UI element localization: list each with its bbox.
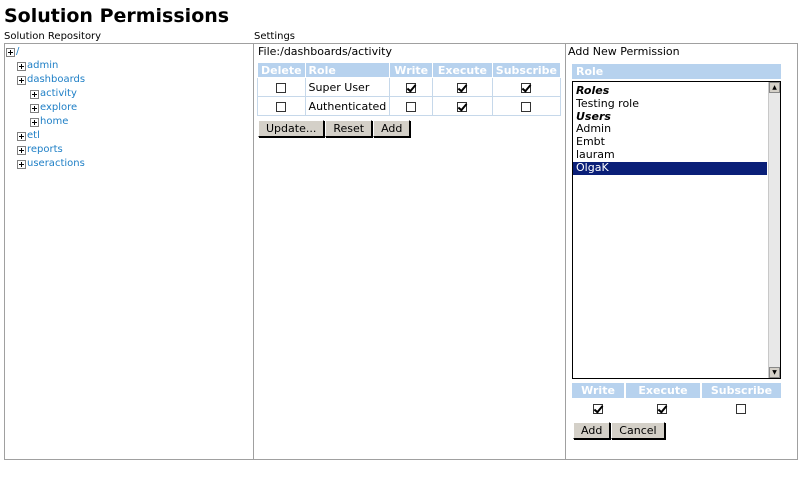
- tree-node-etl[interactable]: etl: [6, 129, 85, 143]
- execute-checkbox[interactable]: [457, 101, 468, 112]
- tree-node-label[interactable]: activity: [40, 87, 77, 101]
- expand-icon[interactable]: [17, 145, 26, 155]
- add-permission-label: Add New Permission: [568, 45, 680, 58]
- delete-checkbox[interactable]: [276, 82, 287, 93]
- expand-icon[interactable]: [17, 159, 26, 169]
- scroll-down-icon[interactable]: ▼: [769, 367, 780, 378]
- tree-node-dashboards[interactable]: dashboards: [6, 73, 85, 87]
- column-header: Delete: [257, 62, 306, 78]
- delete-checkbox[interactable]: [276, 101, 287, 112]
- tree-node-reports[interactable]: reports: [6, 143, 85, 157]
- subscribe-cell: [491, 77, 562, 97]
- role-list-scrollbar[interactable]: ▲ ▼: [768, 82, 780, 378]
- column-header: Role: [304, 62, 391, 78]
- pane-divider-left: [253, 43, 254, 460]
- add-permission-button[interactable]: Add: [573, 422, 611, 439]
- subscribe-check-cell: [700, 399, 781, 418]
- tree-node-root[interactable]: /: [6, 45, 85, 59]
- column-header: Execute: [432, 62, 493, 78]
- write-checkbox[interactable]: [406, 101, 417, 112]
- repository-pane-label: Solution Repository: [4, 31, 102, 42]
- scroll-up-icon[interactable]: ▲: [769, 82, 780, 93]
- column-header: Subscribe: [491, 62, 562, 78]
- new-subscribe-checkbox[interactable]: [735, 404, 746, 414]
- expand-icon[interactable]: [17, 131, 26, 141]
- tree-node-label[interactable]: explore: [40, 101, 77, 115]
- list-item[interactable]: lauram: [573, 148, 780, 162]
- add-permission-button-bar: Add Cancel: [573, 419, 666, 439]
- execute-checkbox[interactable]: [457, 82, 468, 93]
- subscribe-checkbox[interactable]: [521, 82, 532, 93]
- column-header: Execute: [626, 383, 700, 398]
- write-check-cell: [572, 399, 624, 418]
- tree-node-label[interactable]: reports: [27, 143, 63, 157]
- execute-check-cell: [624, 399, 700, 418]
- subscribe-cell: [491, 96, 562, 116]
- tree-node-label[interactable]: home: [40, 115, 68, 129]
- tree-node-useractions[interactable]: useractions: [6, 157, 85, 171]
- write-cell: [389, 96, 434, 116]
- expand-icon[interactable]: [30, 103, 39, 113]
- table-header-row: Delete Role Write Execute Subscribe: [257, 62, 562, 78]
- tree-node-label[interactable]: etl: [27, 129, 40, 143]
- settings-button-bar: Update... Reset Add: [258, 117, 411, 137]
- execute-cell: [432, 77, 493, 97]
- tree-node-explore[interactable]: explore: [6, 101, 85, 115]
- table-row: Authenticated: [257, 96, 562, 116]
- write-cell: [389, 77, 434, 97]
- expand-icon[interactable]: [6, 47, 15, 57]
- update-button[interactable]: Update...: [258, 120, 325, 137]
- expand-icon[interactable]: [17, 61, 26, 71]
- table-row: Super User: [257, 77, 562, 97]
- expand-icon[interactable]: [17, 75, 26, 85]
- tree-node-home[interactable]: home: [6, 115, 85, 129]
- new-permission-header: Write Execute Subscribe: [572, 383, 781, 398]
- tree-node-label[interactable]: useractions: [27, 157, 85, 171]
- role-list-header: Role: [572, 64, 781, 79]
- permissions-table-wrap: Delete Role Write Execute Subscribe Supe…: [257, 62, 562, 116]
- column-header: Write: [572, 383, 624, 398]
- permissions-table: Delete Role Write Execute Subscribe Supe…: [257, 62, 562, 116]
- new-execute-checkbox[interactable]: [657, 404, 667, 414]
- tree-node-label[interactable]: /: [16, 45, 19, 59]
- new-permission-checks: [572, 401, 781, 415]
- reset-button[interactable]: Reset: [325, 120, 373, 137]
- repository-tree: / admin dashboards activity explore home…: [6, 45, 85, 171]
- column-header: Subscribe: [702, 383, 781, 398]
- subscribe-checkbox[interactable]: [521, 101, 532, 112]
- list-item-selected[interactable]: OlgaK: [573, 161, 767, 175]
- new-write-checkbox[interactable]: [593, 404, 603, 414]
- delete-cell: [257, 77, 306, 97]
- file-path-label: File:/dashboards/activity: [258, 45, 392, 58]
- execute-cell: [432, 96, 493, 116]
- role-listbox[interactable]: Roles Testing role Users Admin Embt laur…: [572, 81, 781, 379]
- role-cell: Super User: [304, 77, 391, 97]
- expand-icon[interactable]: [30, 117, 39, 127]
- add-button[interactable]: Add: [373, 120, 411, 137]
- cancel-button[interactable]: Cancel: [611, 422, 665, 439]
- list-group-roles: Roles: [576, 84, 610, 97]
- tree-node-activity[interactable]: activity: [6, 87, 85, 101]
- expand-icon[interactable]: [30, 89, 39, 99]
- tree-node-admin[interactable]: admin: [6, 59, 85, 73]
- pane-divider-right: [565, 43, 566, 460]
- role-cell: Authenticated: [304, 96, 391, 116]
- column-header: Write: [389, 62, 434, 78]
- settings-pane-label: Settings: [254, 31, 296, 42]
- tree-node-label[interactable]: admin: [27, 59, 58, 73]
- write-checkbox[interactable]: [406, 82, 417, 93]
- list-item[interactable]: Testing role: [573, 97, 780, 111]
- delete-cell: [257, 96, 306, 116]
- tree-node-label[interactable]: dashboards: [27, 73, 85, 87]
- page-title: Solution Permissions: [4, 5, 230, 27]
